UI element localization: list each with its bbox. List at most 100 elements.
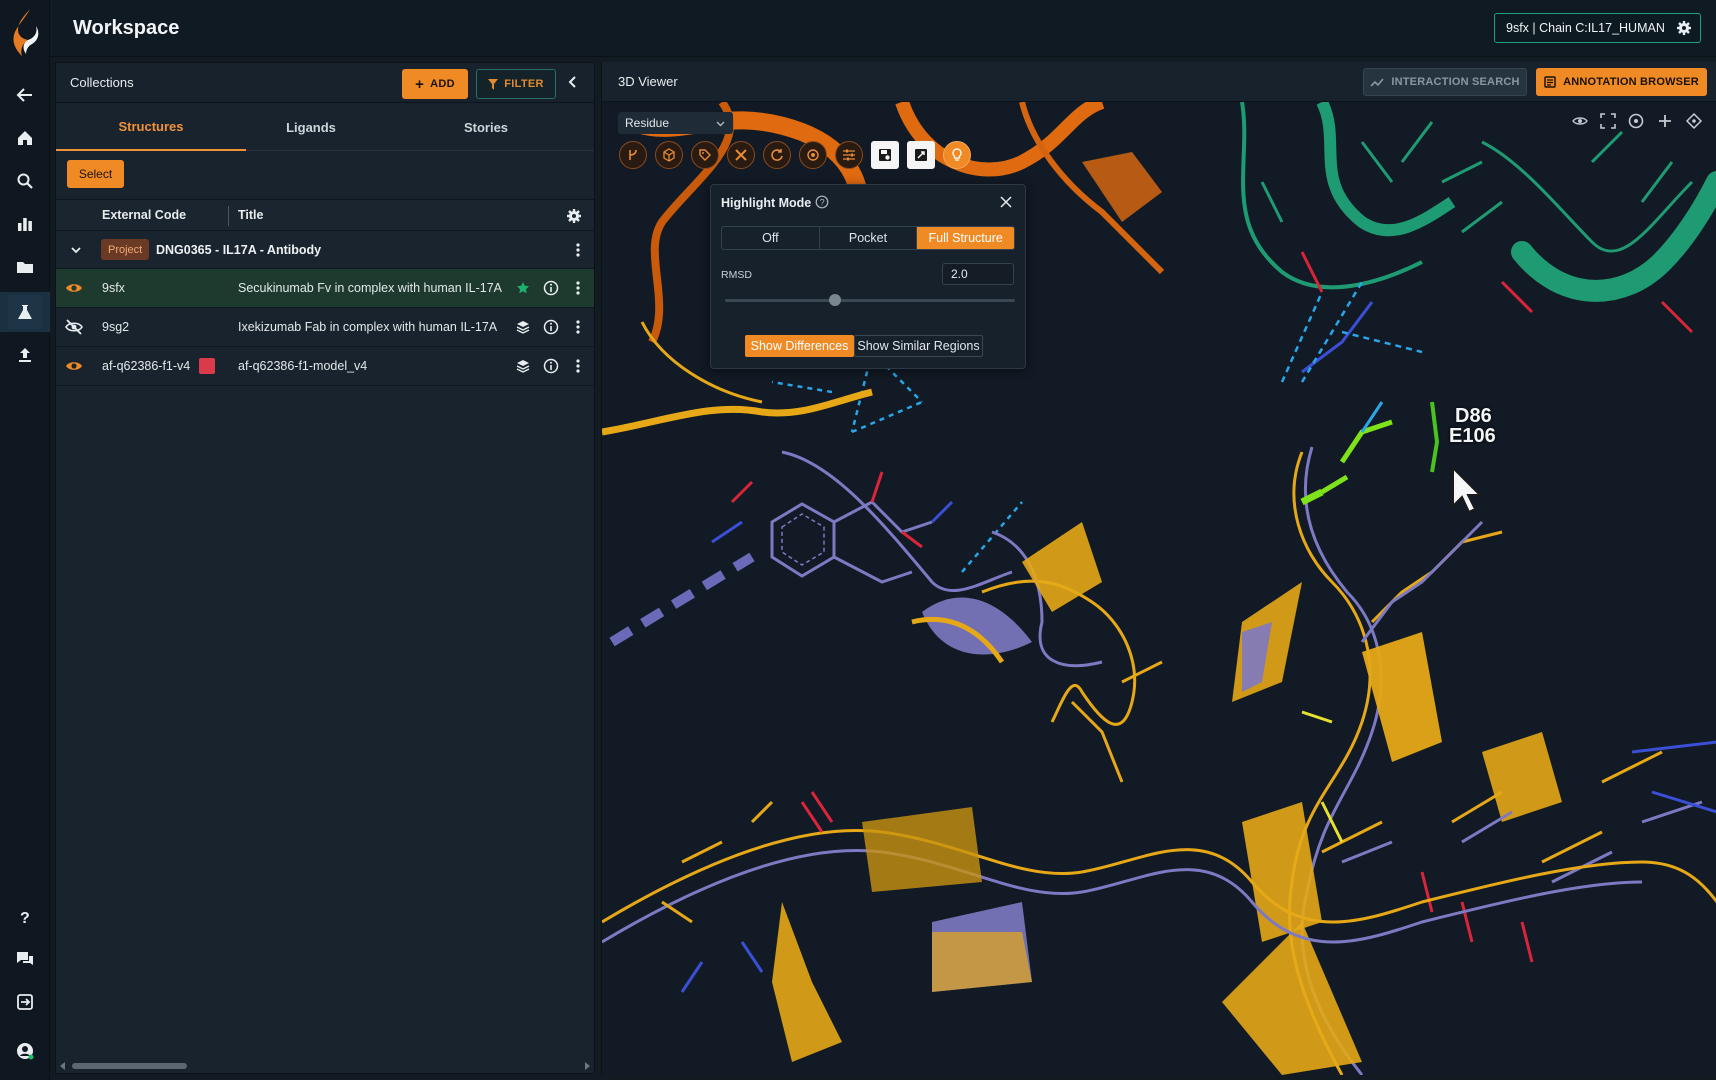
structure-context-badge[interactable]: 9sfx | Chain C:IL17_HUMAN (1494, 13, 1701, 43)
zoom-in-icon[interactable] (1656, 112, 1674, 130)
interaction-search-button[interactable]: INTERACTION SEARCH (1363, 68, 1527, 96)
tool-target[interactable] (799, 141, 827, 169)
top-header: Workspace 9sfx | Chain C:IL17_HUMAN (50, 0, 1716, 57)
nav-analytics[interactable] (8, 207, 42, 241)
table-row[interactable]: 9sg2 Ixekizumab Fab in complex with huma… (56, 308, 594, 347)
selection-mode-dropdown[interactable]: Residue (618, 112, 733, 134)
collections-header: Collections + ADD FILTER (56, 63, 594, 103)
tool-tools[interactable] (727, 141, 755, 169)
tab-ligands[interactable]: Ligands (216, 103, 406, 151)
nav-home[interactable] (8, 121, 42, 155)
svg-text:?: ? (820, 198, 825, 208)
flask-icon (18, 305, 32, 319)
tool-save-view[interactable] (871, 141, 899, 169)
visibility-eye-icon[interactable] (1571, 112, 1589, 130)
filter-button[interactable]: FILTER (476, 69, 556, 99)
column-settings-gear-icon[interactable] (566, 208, 582, 224)
table-row[interactable]: af-q62386-f1-v4 af-q62386-f1-model_v4 (56, 347, 594, 386)
option-off[interactable]: Off (722, 227, 820, 249)
row-external-code: 9sg2 (102, 320, 130, 334)
tool-rotate[interactable] (763, 141, 791, 169)
nav-search[interactable] (8, 164, 42, 198)
column-divider[interactable] (228, 206, 229, 226)
tool-tag[interactable] (691, 141, 719, 169)
column-title[interactable]: Title (238, 208, 263, 222)
eye-visible-icon[interactable] (65, 280, 83, 296)
mouse-cursor-icon (1452, 466, 1483, 514)
fullscreen-icon[interactable] (1599, 112, 1617, 130)
scrollbar-thumb[interactable] (72, 1063, 187, 1069)
tab-stories[interactable]: Stories (391, 103, 581, 151)
layers-icon[interactable] (516, 359, 530, 373)
highlight-mode-segmented-control: Off Pocket Full Structure (721, 226, 1015, 250)
collections-title: Collections (70, 75, 134, 90)
collapse-panel-chevron-icon[interactable] (564, 73, 582, 91)
row-external-code: 9sfx (102, 281, 125, 295)
more-vertical-icon[interactable] (570, 358, 586, 374)
nav-upload[interactable] (8, 338, 42, 372)
nav-workspace[interactable] (8, 295, 42, 329)
option-full-structure[interactable]: Full Structure (917, 227, 1014, 249)
nav-help[interactable]: ? (8, 900, 42, 934)
more-vertical-icon[interactable] (570, 242, 586, 258)
layers-icon[interactable] (516, 320, 530, 334)
gear-icon[interactable] (1676, 20, 1692, 36)
info-icon[interactable] (543, 319, 559, 335)
rmsd-slider[interactable] (725, 294, 1015, 306)
back-button[interactable] (8, 78, 42, 112)
more-vertical-icon[interactable] (570, 280, 586, 296)
tag-icon (699, 149, 711, 161)
chevron-down-icon[interactable] (70, 244, 82, 256)
save-settings-icon (879, 149, 891, 161)
folder-icon (17, 262, 33, 273)
row-title: Ixekizumab Fab in complex with human IL-… (238, 320, 498, 334)
rmsd-slider-handle[interactable] (829, 294, 842, 306)
svg-text:?: ? (20, 910, 30, 926)
arrow-left-icon (16, 88, 32, 102)
center-target-icon[interactable] (1685, 112, 1703, 130)
page-title: Workspace (73, 17, 180, 39)
eye-visible-icon[interactable] (65, 358, 83, 374)
show-differences-button[interactable]: Show Differences (745, 335, 854, 357)
info-icon[interactable] (543, 280, 559, 296)
show-similar-regions-button[interactable]: Show Similar Regions (854, 335, 983, 357)
filter-button-label: FILTER (504, 78, 544, 90)
info-icon[interactable] (543, 358, 559, 374)
tool-adjust[interactable] (835, 141, 863, 169)
annotation-browser-button[interactable]: ANNOTATION BROWSER (1536, 68, 1707, 96)
more-vertical-icon[interactable] (570, 319, 586, 335)
help-circle-icon[interactable]: ? (815, 195, 829, 209)
selection-mode-value: Residue (625, 116, 670, 130)
close-icon[interactable] (999, 195, 1013, 209)
add-button[interactable]: + ADD (402, 69, 468, 99)
nav-folders[interactable] (8, 250, 42, 284)
bar-chart-icon (18, 218, 32, 231)
cube-icon (663, 148, 675, 162)
collections-panel: Collections + ADD FILTER Structures Liga… (55, 62, 595, 1074)
option-pocket[interactable]: Pocket (820, 227, 918, 249)
eye-hidden-icon[interactable] (65, 319, 83, 335)
horizontal-scrollbar[interactable] (56, 1059, 594, 1073)
row-title: Secukinumab Fv in complex with human IL-… (238, 281, 503, 295)
tool-highlight[interactable] (943, 141, 971, 169)
project-group-row[interactable]: Project DNG0365 - IL17A - Antibody (56, 231, 594, 269)
nav-feedback[interactable] (8, 942, 42, 976)
table-header: External Code Title (56, 199, 594, 231)
star-icon[interactable] (516, 281, 530, 295)
reset-view-icon[interactable] (1627, 112, 1645, 130)
selection-toolbar: Select (56, 151, 594, 199)
tool-branch[interactable] (619, 141, 647, 169)
add-button-label: ADD (430, 78, 455, 90)
nav-profile[interactable] (8, 1034, 42, 1068)
table-row[interactable]: 9sfx Secukinumab Fv in complex with huma… (56, 269, 594, 308)
nav-logout[interactable] (8, 985, 42, 1019)
tool-expand[interactable] (907, 141, 935, 169)
column-external-code[interactable]: External Code (102, 208, 186, 222)
scroll-right-icon[interactable] (583, 1062, 591, 1070)
project-tag: Project (101, 239, 150, 260)
select-button[interactable]: Select (67, 160, 124, 188)
tool-cube[interactable] (655, 141, 683, 169)
rmsd-input[interactable]: 2.0 (942, 263, 1014, 285)
interaction-search-label: INTERACTION SEARCH (1391, 76, 1520, 88)
scroll-left-icon[interactable] (59, 1062, 67, 1070)
